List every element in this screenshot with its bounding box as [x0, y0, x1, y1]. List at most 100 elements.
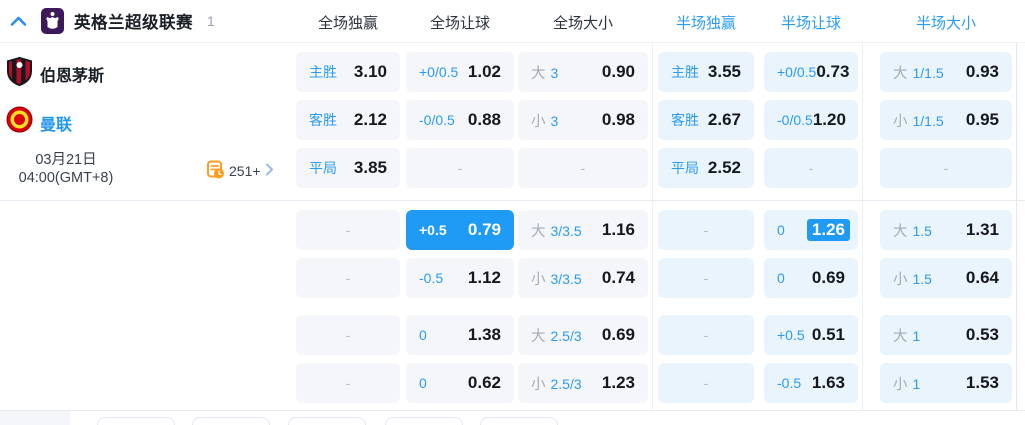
- odds-cell: -: [296, 258, 400, 298]
- away-team-name[interactable]: 曼联: [40, 111, 72, 135]
- odds-label: +0/0.5: [419, 64, 459, 80]
- empty-odds: -: [943, 160, 949, 176]
- ou-line-label: 1/1.5: [912, 64, 944, 81]
- odds-value: 3.85: [353, 158, 387, 177]
- ou-line-label: 1.5: [912, 270, 932, 287]
- chevron-up-icon[interactable]: [10, 15, 27, 27]
- more-markets-button[interactable]: 251+: [206, 160, 274, 182]
- odds-cell[interactable]: 0 1.38: [406, 315, 514, 355]
- empty-odds: -: [703, 270, 709, 286]
- odds-cell[interactable]: 大 2.5/3 0.69: [518, 315, 648, 355]
- away-team-crest-icon: [6, 106, 33, 133]
- odds-cell[interactable]: 小 1 1.53: [880, 363, 1012, 403]
- next-section-pill: [385, 417, 463, 425]
- more-markets-count: 251+: [229, 163, 261, 179]
- odds-value: 2.52: [707, 158, 741, 177]
- ou-label: 大 3/3.5: [531, 220, 582, 241]
- odds-value: 0.53: [965, 325, 999, 344]
- odds-cell[interactable]: 0 0.62: [406, 363, 514, 403]
- odds-value: 2.67: [707, 110, 741, 129]
- next-section-pill: [288, 417, 366, 425]
- odds-cell[interactable]: 小 1/1.5 0.95: [880, 100, 1012, 140]
- ou-label: 小3: [531, 110, 558, 131]
- odds-value: 0.98: [601, 110, 635, 129]
- odds-cell[interactable]: -0.5 1.12: [406, 258, 514, 298]
- ou-side-label: 小: [893, 113, 908, 130]
- ou-side-label: 大: [893, 328, 908, 345]
- ou-side-label: 小: [531, 271, 546, 288]
- odds-value: 0.73: [816, 62, 850, 81]
- odds-value: 0.69: [811, 268, 845, 287]
- odds-cell: -: [658, 315, 754, 355]
- odds-label: 客胜: [309, 112, 337, 128]
- odds-cell[interactable]: -0/0.5 0.88: [406, 100, 514, 140]
- empty-odds: -: [457, 160, 463, 176]
- odds-cell[interactable]: 平局 3.85: [296, 148, 400, 188]
- ou-line-label: 3/3.5: [550, 222, 582, 239]
- odds-cell: -: [658, 363, 754, 403]
- odds-value: 1.12: [467, 268, 501, 287]
- ou-line-label: 2.5/3: [550, 375, 582, 392]
- odds-cell[interactable]: 大 3/3.5 1.16: [518, 210, 648, 250]
- odds-value: 1.26: [806, 219, 850, 241]
- section-divider: [0, 200, 1025, 201]
- odds-value: 0.69: [601, 325, 635, 344]
- odds-cell[interactable]: +0.5 0.51: [764, 315, 858, 355]
- odds-cell[interactable]: -0/0.5 1.20: [764, 100, 858, 140]
- column-header-2: 全场让球: [429, 15, 490, 32]
- ou-label: 小 1.5: [893, 268, 932, 289]
- odds-cell[interactable]: 主胜 3.10: [296, 52, 400, 92]
- odds-value: 0.79: [467, 220, 501, 239]
- ou-side-label: 大: [893, 223, 908, 240]
- ou-label: 大 1/1.5: [893, 62, 944, 83]
- odds-cell[interactable]: 0 1.26: [764, 210, 858, 250]
- ou-line-label: 1.5: [912, 222, 932, 239]
- odds-label: -0.5: [419, 270, 444, 286]
- league-name: 英格兰超级联赛: [74, 14, 193, 32]
- home-team-crest-icon: [6, 57, 33, 86]
- odds-cell[interactable]: +0.5 0.79: [406, 210, 514, 250]
- ou-line-label: 1/1.5: [912, 112, 944, 129]
- odds-cell[interactable]: 小 2.5/3 1.23: [518, 363, 648, 403]
- markets-list-icon: [206, 160, 225, 182]
- home-team-name[interactable]: 伯恩茅斯: [40, 62, 104, 86]
- odds-value: 0.88: [467, 110, 501, 129]
- ou-label: 大3: [531, 62, 558, 83]
- next-section-pill: [97, 417, 175, 425]
- odds-cell: -: [764, 148, 858, 188]
- column-header-5: 半场让球: [780, 15, 841, 32]
- odds-cell[interactable]: 大 1/1.5 0.93: [880, 52, 1012, 92]
- league-match-count: 1: [207, 13, 215, 29]
- match-datetime: 03月21日 04:00(GMT+8): [0, 151, 140, 187]
- odds-value: 1.38: [467, 325, 501, 344]
- odds-cell[interactable]: 大 1.5 1.31: [880, 210, 1012, 250]
- odds-cell[interactable]: 客胜 2.12: [296, 100, 400, 140]
- odds-value: 0.95: [965, 110, 999, 129]
- odds-value: 3.10: [353, 62, 387, 81]
- odds-cell[interactable]: +0/0.5 0.73: [764, 52, 858, 92]
- odds-cell[interactable]: 0 0.69: [764, 258, 858, 298]
- odds-cell[interactable]: 客胜 2.67: [658, 100, 754, 140]
- odds-value: 1.53: [965, 373, 999, 392]
- odds-value: 0.62: [467, 373, 501, 392]
- odds-cell[interactable]: -0.5 1.63: [764, 363, 858, 403]
- empty-odds: -: [703, 375, 709, 391]
- odds-value: 2.12: [353, 110, 387, 129]
- odds-cell: -: [296, 363, 400, 403]
- odds-value: 1.23: [601, 373, 635, 392]
- ou-side-label: 大: [893, 65, 908, 82]
- odds-cell[interactable]: 平局 2.52: [658, 148, 754, 188]
- odds-cell[interactable]: 大 1 0.53: [880, 315, 1012, 355]
- odds-cell[interactable]: 小 3 0.98: [518, 100, 648, 140]
- next-section-pill: [192, 417, 270, 425]
- odds-cell[interactable]: 小 1.5 0.64: [880, 258, 1012, 298]
- odds-label: 0: [419, 375, 427, 391]
- odds-cell[interactable]: 主胜 3.55: [658, 52, 754, 92]
- ou-line-label: 1: [912, 327, 921, 344]
- odds-cell: -: [658, 210, 754, 250]
- odds-cell[interactable]: 大 3 0.90: [518, 52, 648, 92]
- odds-cell[interactable]: +0/0.5 1.02: [406, 52, 514, 92]
- ou-label: 小 1/1.5: [893, 110, 944, 131]
- odds-label: -0.5: [777, 375, 802, 391]
- odds-cell[interactable]: 小 3/3.5 0.74: [518, 258, 648, 298]
